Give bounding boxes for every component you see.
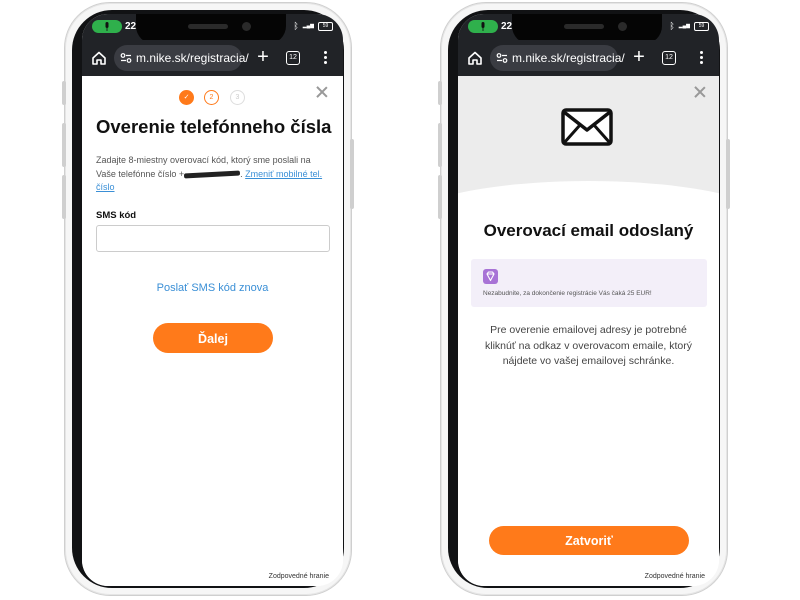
side-button — [726, 139, 730, 209]
address-bar[interactable]: m.nike.sk/registracia/ — [114, 45, 249, 71]
site-settings-icon[interactable] — [496, 52, 508, 64]
bluetooth-icon: ᛒ — [669, 21, 675, 31]
signal-icon: ▂▄▆ — [302, 22, 314, 29]
status-bar: 22: ᛒ ▂▄▆ 59 — [458, 14, 719, 44]
responsible-gaming-link[interactable]: Zodpovedné hranie — [645, 573, 705, 580]
close-icon[interactable] — [694, 86, 706, 98]
step-3: 3 — [230, 90, 245, 105]
site-settings-icon[interactable] — [120, 52, 132, 64]
address-bar[interactable]: m.nike.sk/registracia/ — [490, 45, 625, 71]
microphone-icon — [105, 22, 109, 31]
browser-toolbar: m.nike.sk/registracia/ + 12 — [458, 40, 719, 76]
page-content: Overovací email odoslaný Nezabudnite, za… — [458, 76, 719, 586]
masked-phone-number — [184, 170, 241, 179]
menu-icon[interactable] — [322, 49, 328, 67]
bluetooth-icon: ᛒ — [293, 21, 299, 31]
status-icons: ᛒ ▂▄▆ 59 — [293, 21, 333, 31]
page-content: ✓ 2 3 Overenie telefónneho čísla Zadajte… — [82, 76, 343, 586]
microphone-indicator — [468, 20, 498, 33]
phone-frame-right: 22: ᛒ ▂▄▆ 59 m.nike.sk/registracia/ + 12 — [438, 2, 730, 596]
battery-icon: 59 — [694, 21, 709, 31]
new-tab-plus-icon[interactable]: + — [630, 45, 648, 69]
sms-code-label: SMS kód — [96, 210, 137, 221]
battery-icon: 59 — [318, 21, 333, 31]
side-button — [438, 123, 442, 167]
home-icon[interactable] — [90, 49, 108, 67]
side-button — [438, 175, 442, 219]
sms-code-input[interactable] — [96, 225, 330, 252]
url-text: m.nike.sk/registracia/ — [136, 51, 249, 65]
description: Zadajte 8-miestny overovací kód, ktorý s… — [96, 155, 323, 192]
page-title: Overenie telefónneho čísla — [96, 116, 332, 137]
phone-frame-left: 22:3 ᛒ ▂▄▆ 59 m.nike.sk/registracia/ + 1… — [62, 2, 354, 596]
url-text: m.nike.sk/registracia/ — [512, 51, 625, 65]
envelope-icon — [561, 108, 613, 146]
page-title: Overovací email odoslaný — [483, 221, 694, 240]
signal-icon: ▂▄▆ — [678, 22, 690, 29]
resend-sms-link[interactable]: Poslať SMS kód znova — [82, 282, 343, 294]
screen-left: 22:3 ᛒ ▂▄▆ 59 m.nike.sk/registracia/ + 1… — [82, 14, 343, 586]
close-button[interactable]: Zatvoriť — [489, 526, 689, 555]
step-2: 2 — [204, 90, 219, 105]
screen-right: 22: ᛒ ▂▄▆ 59 m.nike.sk/registracia/ + 12 — [458, 14, 719, 586]
menu-icon[interactable] — [698, 49, 704, 67]
microphone-indicator — [92, 20, 122, 33]
tabs-icon[interactable]: 12 — [662, 51, 676, 65]
status-bar: 22:3 ᛒ ▂▄▆ 59 — [82, 14, 343, 44]
browser-toolbar: m.nike.sk/registracia/ + 12 — [82, 40, 343, 76]
microphone-icon — [481, 22, 485, 31]
promo-text: Nezabudnite, za dokončenie registrácie V… — [483, 290, 652, 297]
verification-instructions: Pre overenie emailovej adresy je potrebn… — [484, 324, 693, 367]
side-button — [438, 81, 442, 105]
step-1-check-icon: ✓ — [179, 90, 194, 105]
status-icons: ᛒ ▂▄▆ 59 — [669, 21, 709, 31]
close-icon[interactable] — [316, 86, 328, 98]
gem-icon — [483, 269, 498, 284]
new-tab-plus-icon[interactable]: + — [254, 45, 272, 69]
responsible-gaming-link[interactable]: Zodpovedné hranie — [269, 573, 329, 580]
side-button — [62, 175, 66, 219]
promo-banner: Nezabudnite, za dokončenie registrácie V… — [471, 259, 707, 307]
next-button[interactable]: Ďalej — [153, 323, 273, 353]
stepper: ✓ 2 3 — [82, 90, 343, 110]
side-button — [350, 139, 354, 209]
side-button — [62, 81, 66, 105]
side-button — [62, 123, 66, 167]
home-icon[interactable] — [466, 49, 484, 67]
tabs-icon[interactable]: 12 — [286, 51, 300, 65]
